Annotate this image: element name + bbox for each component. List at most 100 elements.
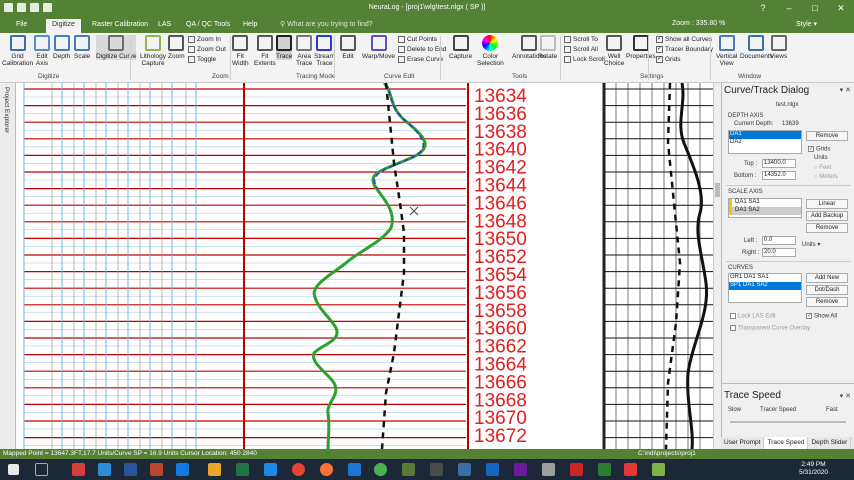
stream-trace-button[interactable]: Stream Trace	[314, 35, 335, 67]
meters-radio[interactable]: ○ Meters	[814, 174, 838, 180]
add-backup-button[interactable]: Add Backup	[806, 211, 848, 221]
scale-button[interactable]: Scale	[74, 35, 90, 60]
properties-button[interactable]: Properties	[626, 35, 656, 60]
tab-help[interactable]: Help	[237, 19, 263, 33]
scroll-scroll-all-button[interactable]: Scroll All	[564, 46, 598, 53]
bottom-input[interactable]: 14352.0	[762, 171, 796, 180]
zoom-zoom-out-button[interactable]: Zoom Out	[188, 46, 226, 53]
add-new-button[interactable]: Add New	[806, 273, 848, 283]
fit-extents-button[interactable]: Fit Extents	[254, 35, 276, 67]
curve-edit-cut-points-button[interactable]: Cut Points	[398, 36, 437, 43]
views-button[interactable]: Views	[770, 35, 787, 60]
linear-button[interactable]: Linear	[806, 199, 848, 209]
task-view-icon[interactable]	[35, 463, 48, 476]
tab-file[interactable]: File	[10, 19, 33, 33]
help-icon[interactable]: ?	[750, 0, 776, 16]
left-input[interactable]: 0.0	[762, 236, 796, 245]
tab-user-prompt[interactable]: User Prompt	[721, 437, 765, 449]
taskbar-app-icon[interactable]	[624, 463, 637, 476]
zoom-zoom-in-button[interactable]: Zoom In	[188, 36, 221, 43]
right-input[interactable]: 20.0	[762, 248, 796, 257]
powerpoint-icon[interactable]	[150, 463, 163, 476]
trace-speed-slider[interactable]	[730, 421, 846, 423]
chrome-icon[interactable]	[292, 463, 305, 476]
log-view[interactable]: 13634 13636 13638 13640 13642 13644 13646 13648…	[16, 83, 713, 449]
tab-qa-qc[interactable]: QA / QC Tools	[180, 19, 236, 33]
firefox-icon[interactable]	[320, 463, 333, 476]
show-all-checkbox[interactable]: ✓ Show All	[806, 313, 837, 320]
tab-digitize[interactable]: Digitize	[46, 19, 81, 33]
settings-tracer-boundary-button[interactable]: ✓ Tracer Boundary	[656, 46, 713, 53]
scale-axis-list[interactable]: DA1 SA1 DA1 SA2	[728, 198, 802, 218]
list-item[interactable]: DA2	[729, 139, 801, 147]
fit-width-button[interactable]: Fit Width	[232, 35, 249, 67]
maximize-button[interactable]: □	[802, 0, 828, 16]
color-selection-button[interactable]: Color Selection	[477, 35, 504, 67]
lithology-button[interactable]: Lithology Capture	[140, 35, 166, 67]
zoom-toggle-button[interactable]: Toggle	[188, 56, 216, 63]
depth-button[interactable]: Depth	[53, 35, 70, 60]
taskbar-app-icon[interactable]	[570, 463, 583, 476]
documents-button[interactable]: Documents	[740, 35, 773, 60]
list-item[interactable]: GR1 DA1 SA1	[729, 274, 801, 282]
taskbar-app-icon[interactable]	[542, 463, 555, 476]
grid-calibration-button[interactable]: Grid Calibration	[2, 35, 33, 67]
taskbar-app-icon[interactable]	[458, 463, 471, 476]
tab-las[interactable]: LAS	[152, 19, 177, 33]
vertical-view-button[interactable]: Vertical View	[716, 35, 737, 67]
grids-checkbox[interactable]: ✓ Grids	[808, 146, 830, 153]
vertical-scrollbar[interactable]	[713, 83, 721, 449]
edit-button[interactable]: Edit	[340, 35, 356, 60]
tell-me-search[interactable]: ⚲ What are you trying to find?	[280, 20, 373, 28]
well-choice-button[interactable]: Well Choice	[604, 35, 624, 67]
top-input[interactable]: 13400.0	[762, 159, 796, 168]
curve-edit-erase-curve-button[interactable]: Erase Curve	[398, 56, 443, 63]
list-item[interactable]: DA1	[729, 131, 801, 139]
rotate-button[interactable]: Rotate	[538, 35, 557, 60]
style-menu[interactable]: Style ▾	[796, 20, 817, 28]
close-button[interactable]: ✕	[828, 0, 854, 16]
list-item[interactable]: DA1 SA2	[729, 207, 801, 215]
area-trace-button[interactable]: Area Trace	[296, 35, 312, 67]
ie-icon[interactable]	[348, 463, 361, 476]
remove-scale-button[interactable]: Remove	[806, 223, 848, 233]
settings-grids-button[interactable]: ✓ Grids	[656, 56, 681, 63]
minimize-button[interactable]: –	[776, 0, 802, 16]
neuralog-l-icon[interactable]	[652, 463, 665, 476]
curves-list[interactable]: GR1 DA1 SA1 SP1 DA1 SA2	[728, 273, 802, 303]
dot-dash-button[interactable]: Dot/Dash	[806, 285, 848, 295]
neuralog-c-icon[interactable]	[598, 463, 611, 476]
remove-axis-button[interactable]: Remove	[806, 131, 848, 141]
trace-speed-pin-icon[interactable]: ▾ ✕	[840, 392, 851, 400]
log-canvas[interactable]: 1363413636136381364013642136441364613648…	[16, 83, 713, 449]
lock-las-checkbox[interactable]: Lock LAS Edit	[730, 313, 776, 320]
depth-axis-list[interactable]: DA1 DA2	[728, 130, 802, 154]
transparent-overlay-checkbox[interactable]: Transparent Curve Overlay	[730, 325, 810, 332]
capture-button[interactable]: Capture	[449, 35, 472, 60]
tab-raster-calibration[interactable]: Raster Calibration	[86, 19, 154, 33]
tab-trace-speed[interactable]: Trace Speed	[764, 437, 809, 449]
onenote-icon[interactable]	[514, 463, 527, 476]
warp-button[interactable]: Warp/Move	[362, 35, 395, 60]
excel-icon[interactable]	[236, 463, 249, 476]
scroll-lock-scroll-button[interactable]: Lock Scroll	[564, 56, 605, 63]
acrobat-icon[interactable]	[72, 463, 85, 476]
list-item[interactable]: DA1 SA1	[729, 199, 801, 207]
file-explorer-icon[interactable]	[208, 463, 221, 476]
outlook-icon[interactable]	[176, 463, 189, 476]
scroll-thumb[interactable]	[715, 183, 720, 197]
tab-depth-slider[interactable]: Depth Slider	[808, 437, 852, 449]
project-explorer[interactable]: Project Explorer	[0, 83, 16, 449]
list-item[interactable]: SP1 DA1 SA2	[729, 282, 801, 290]
taskbar-app-icon[interactable]	[98, 463, 111, 476]
taskbar-app-icon[interactable]	[402, 463, 415, 476]
trace-button[interactable]: Trace	[276, 35, 293, 60]
taskbar-app-icon[interactable]	[486, 463, 499, 476]
system-clock[interactable]: 2:49 PM 5/31/2020	[799, 461, 828, 477]
edge-icon[interactable]	[264, 463, 277, 476]
zoom-button[interactable]: Zoom	[168, 35, 185, 60]
remove-curve-button[interactable]: Remove	[806, 297, 848, 307]
scroll-scroll-to-button[interactable]: Scroll To	[564, 36, 598, 43]
settings-show-all-curves-button[interactable]: ✓ Show all Curves	[656, 36, 712, 43]
units-select[interactable]: Units ▾	[802, 241, 820, 248]
